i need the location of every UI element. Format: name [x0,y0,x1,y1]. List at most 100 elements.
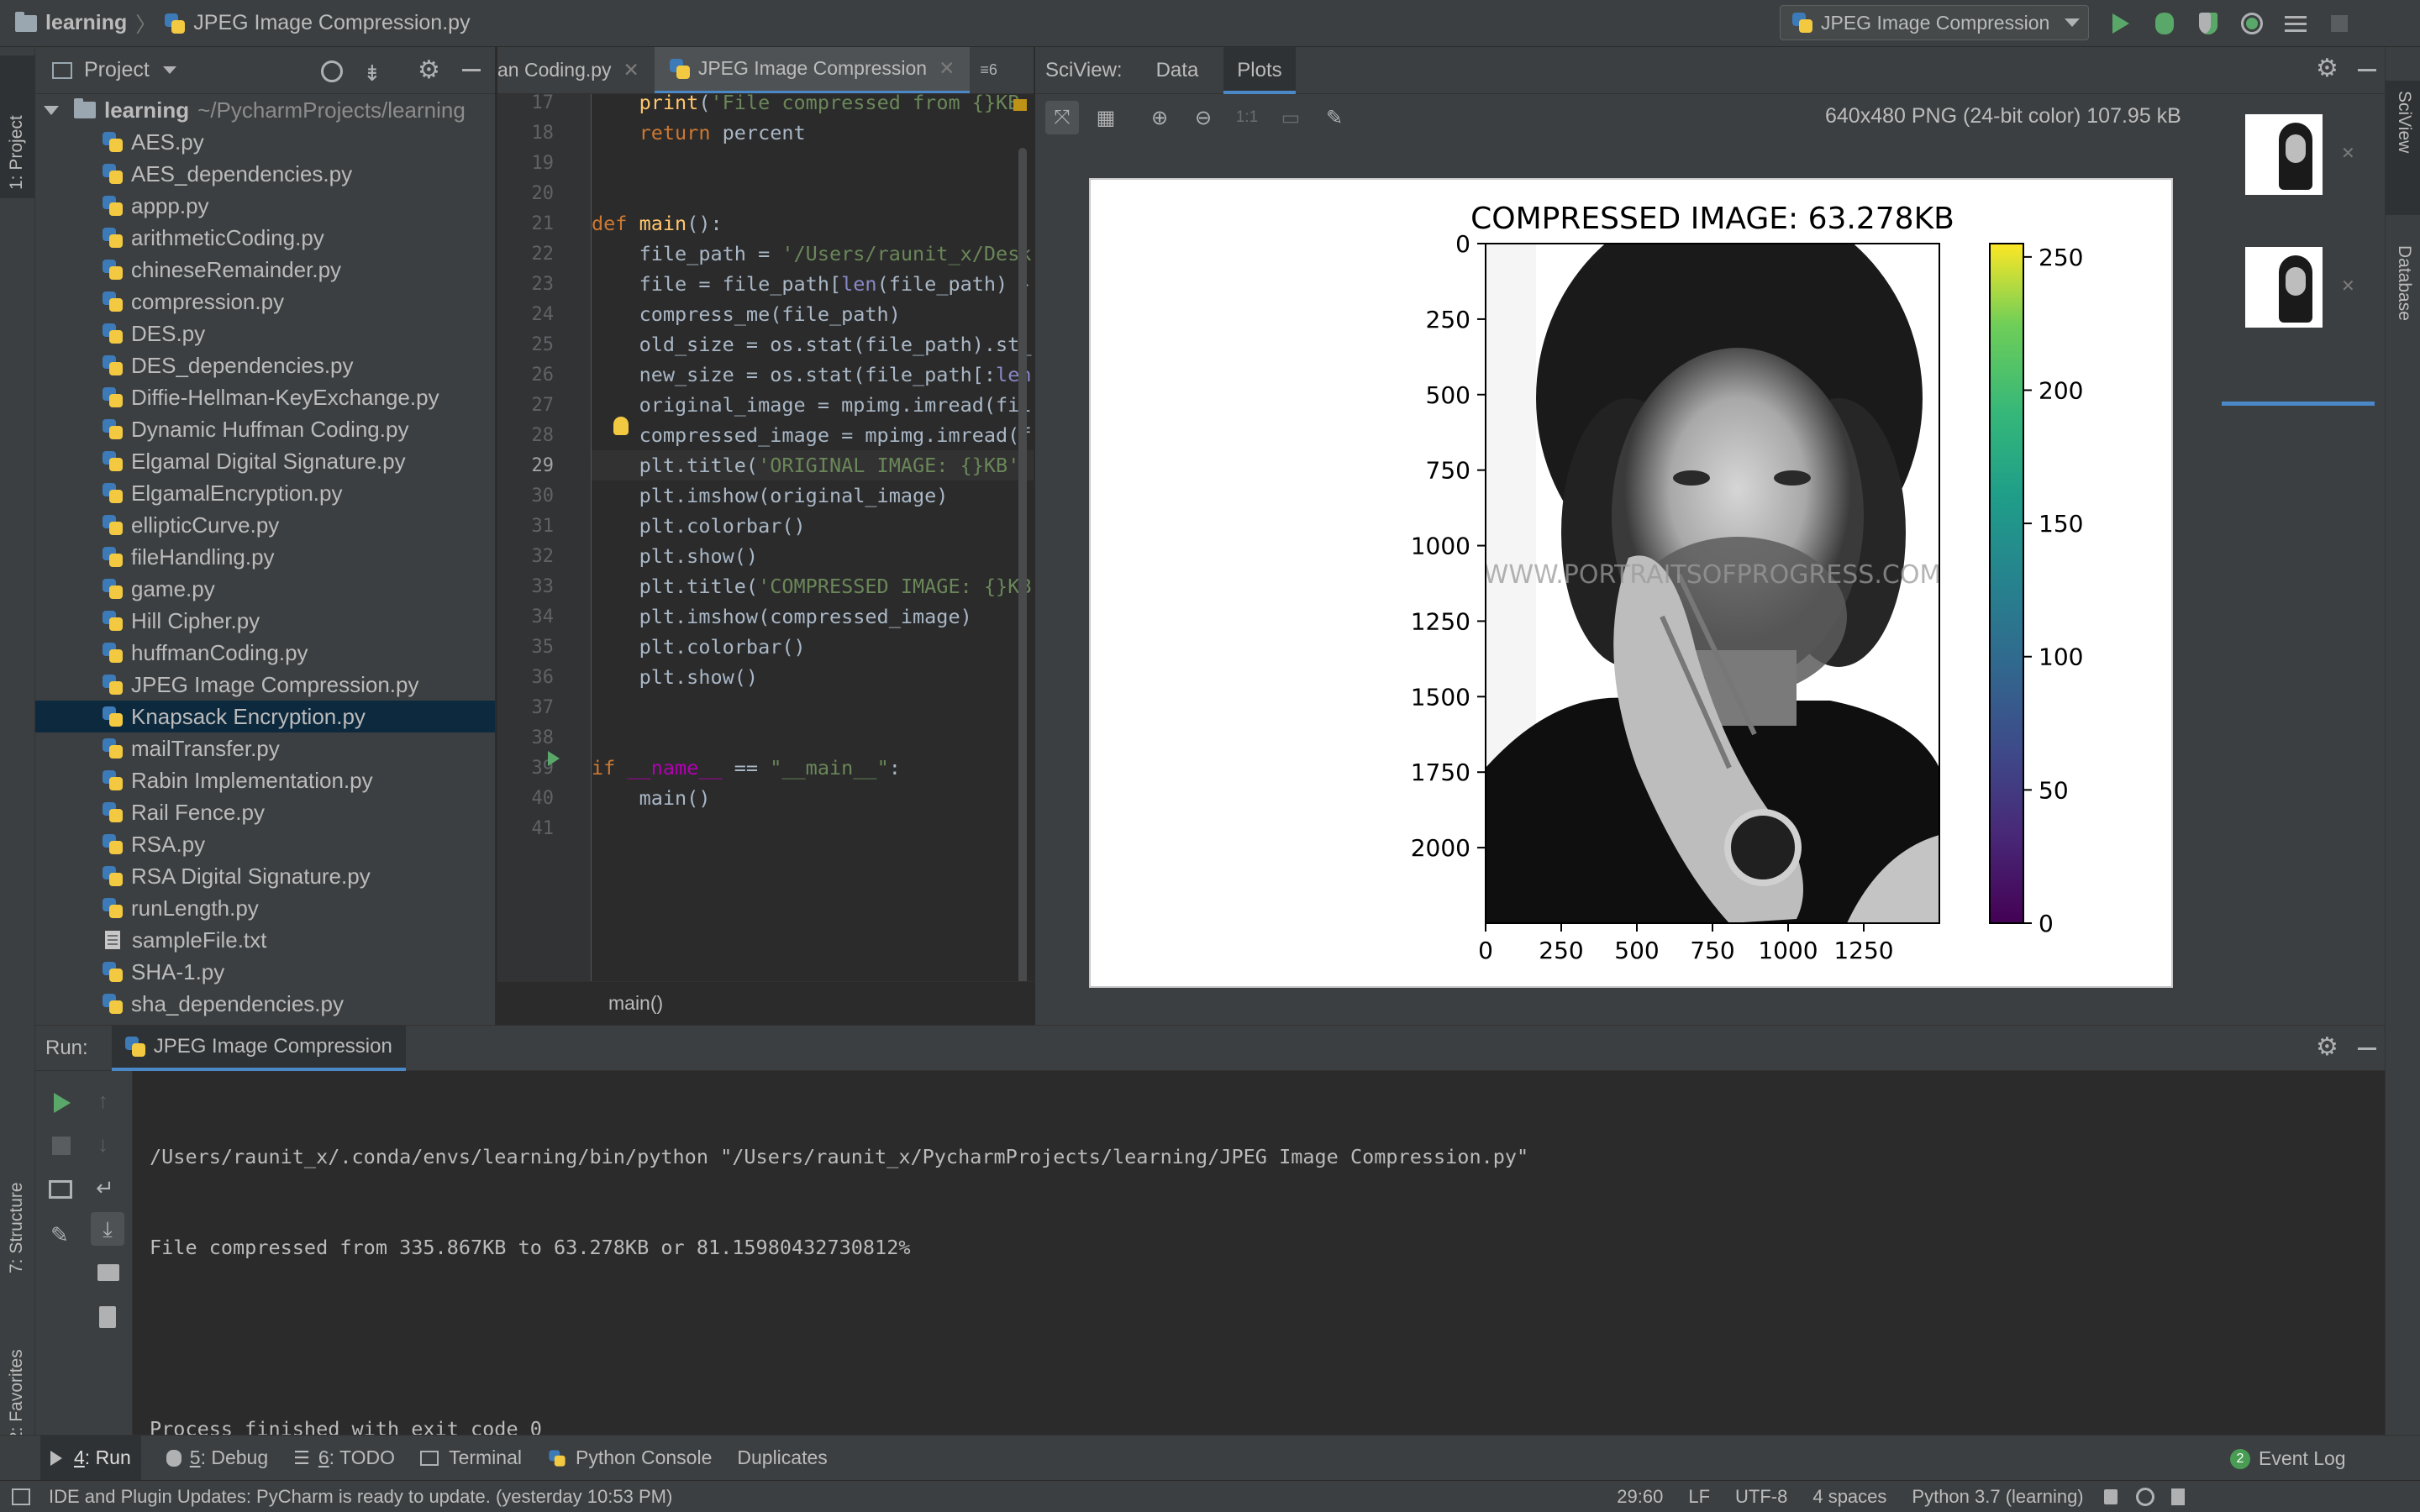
file-tree-item[interactable]: sampleFile.txt [35,924,495,956]
zoom-in-icon[interactable]: ⊕ [1143,101,1176,134]
tab-huffman[interactable]: an Coding.py ✕ [497,47,655,93]
breadcrumb-file[interactable]: JPEG Image Compression.py [193,11,470,35]
file-tree-item[interactable]: compression.py [35,286,495,318]
tab-python-console[interactable]: Python Console [547,1446,712,1469]
breadcrumb-project[interactable]: learning [45,11,127,35]
trash-icon[interactable] [99,1306,116,1328]
structure-tool-tab[interactable]: 7: Structure [7,1182,27,1273]
python-interpreter[interactable]: Python 3.7 (learning) [1912,1486,2083,1508]
file-tree-item[interactable]: Hill Cipher.py [35,605,495,637]
editor-scrollbar[interactable] [1018,148,1027,988]
debug-button[interactable] [2151,10,2178,37]
file-tree-item[interactable]: chineseRemainder.py [35,254,495,286]
file-tree-item[interactable]: RSA Digital Signature.py [35,860,495,892]
project-view-select[interactable]: Project [84,58,150,82]
gear-icon[interactable]: ⚙ [418,55,440,85]
tab-run[interactable]: 4: Run [40,1435,141,1481]
lightbulb-icon[interactable] [613,417,629,435]
file-tree-item[interactable]: RSA.py [35,828,495,860]
file-encoding[interactable]: UTF-8 [1735,1486,1787,1508]
file-tree-item[interactable]: runLength.py [35,892,495,924]
actual-size-button[interactable]: 1:1 [1230,101,1264,134]
memory-icon[interactable] [2170,1488,2185,1505]
coverage-button[interactable] [2195,10,2222,37]
inspector-icon[interactable] [2135,1487,2154,1506]
tab-duplicates[interactable]: Duplicates [737,1446,827,1469]
tab-debug[interactable]: 5: Debug [166,1446,268,1469]
restore-layout-icon[interactable] [49,1180,72,1199]
tab-jpeg[interactable]: JPEG Image Compression ✕ [654,47,971,93]
file-tree-item[interactable]: Knapsack Encryption.py [35,701,495,732]
file-tree-item[interactable]: ellipticCurve.py [35,509,495,541]
close-icon[interactable]: ✕ [2341,276,2355,297]
chevron-down-icon[interactable] [162,66,176,74]
run-button[interactable] [2107,10,2134,37]
tab-plots[interactable]: Plots [1223,46,1296,94]
file-tree-item[interactable]: mailTransfer.py [35,732,495,764]
file-tree-item[interactable]: Rabin Implementation.py [35,764,495,796]
print-icon[interactable] [97,1264,119,1281]
file-tree-item[interactable]: Diffie-Hellman-KeyExchange.py [35,381,495,413]
file-tree-item[interactable]: AES.py [35,126,495,158]
file-tree-item[interactable]: Elgamal Digital Signature.py [35,445,495,477]
database-tool-tab[interactable]: Database [2394,245,2414,321]
hide-icon[interactable] [462,69,481,71]
caret-position[interactable]: 29:60 [1617,1486,1663,1508]
rerun-icon[interactable] [54,1093,71,1113]
favorites-tool-tab[interactable]: 2: Favorites [7,1349,27,1441]
toggle-tool-windows-icon[interactable] [12,1488,30,1505]
grid-icon[interactable]: ▦ [1089,101,1123,134]
file-tree-item[interactable]: ElgamalEncryption.py [35,477,495,509]
file-tree-item[interactable]: DES_dependencies.py [35,349,495,381]
thumbnail-2[interactable] [2245,247,2323,328]
gear-icon[interactable]: ⚙ [2316,54,2338,83]
file-tree-item[interactable]: sha_dependencies.py [35,988,495,1020]
file-tree-item[interactable]: appp.py [35,190,495,222]
stop-icon[interactable] [52,1137,71,1155]
collapse-all-icon[interactable]: ⇟ [363,60,381,87]
indent-setting[interactable]: 4 spaces [1812,1486,1886,1508]
tab-event-log[interactable]: 2 Event Log [2230,1447,2346,1470]
tree-root[interactable]: learning ~/PycharmProjects/learning [35,94,495,126]
soft-wrap-icon[interactable]: ↵ [96,1175,114,1201]
run-tab[interactable]: JPEG Image Compression [111,1025,406,1071]
file-tree-item[interactable]: JPEG Image Compression.py [35,669,495,701]
code-area[interactable]: print('File compressed from {}KB return … [592,94,1034,1025]
run-gutter-icon[interactable] [548,751,560,766]
file-tree-item[interactable]: Dynamic Huffman Coding.py [35,413,495,445]
warning-marker[interactable] [1013,99,1027,111]
concurrency-button[interactable] [2282,10,2309,37]
status-message[interactable]: IDE and Plugin Updates: PyCharm is ready… [49,1486,672,1508]
hide-icon[interactable] [2358,69,2376,71]
fit-screen-icon[interactable]: ▭ [1274,101,1307,134]
file-tree-item[interactable]: game.py [35,573,495,605]
fit-icon[interactable]: ⤧ [1045,101,1079,134]
file-tree-item[interactable]: fileHandling.py [35,541,495,573]
scroll-to-end-icon[interactable]: ⤓ [91,1212,124,1246]
stop-button[interactable] [2326,10,2353,37]
hide-icon[interactable] [2358,1047,2376,1050]
tab-data[interactable]: Data [1156,59,1199,82]
tab-overflow-button[interactable]: ≡6 [980,61,997,79]
thumbnail-1[interactable] [2245,114,2323,195]
function-breadcrumb[interactable]: main() [608,992,663,1015]
close-icon[interactable]: ✕ [2341,143,2355,164]
arrow-up-icon[interactable]: ↑ [97,1088,108,1114]
locate-icon[interactable] [321,60,343,82]
file-tree-item[interactable]: Rail Fence.py [35,796,495,828]
zoom-out-icon[interactable]: ⊖ [1186,101,1220,134]
color-picker-icon[interactable]: ✎ [1318,101,1351,134]
file-tree-item[interactable]: SHA-1.py [35,956,495,988]
lock-icon[interactable] [2103,1488,2118,1504]
arrow-down-icon[interactable]: ↓ [97,1131,108,1158]
file-tree-item[interactable]: arithmeticCoding.py [35,222,495,254]
pin-icon[interactable]: ✎ [50,1222,69,1248]
tab-terminal[interactable]: Terminal [420,1446,522,1469]
profile-button[interactable] [2238,10,2265,37]
tab-todo[interactable]: ☰ 6: TODO [293,1446,395,1469]
line-separator[interactable]: LF [1688,1486,1710,1508]
close-icon[interactable]: ✕ [623,59,639,81]
gear-icon[interactable]: ⚙ [2316,1032,2338,1062]
file-tree-item[interactable]: huffmanCoding.py [35,637,495,669]
close-icon[interactable]: ✕ [939,57,955,80]
